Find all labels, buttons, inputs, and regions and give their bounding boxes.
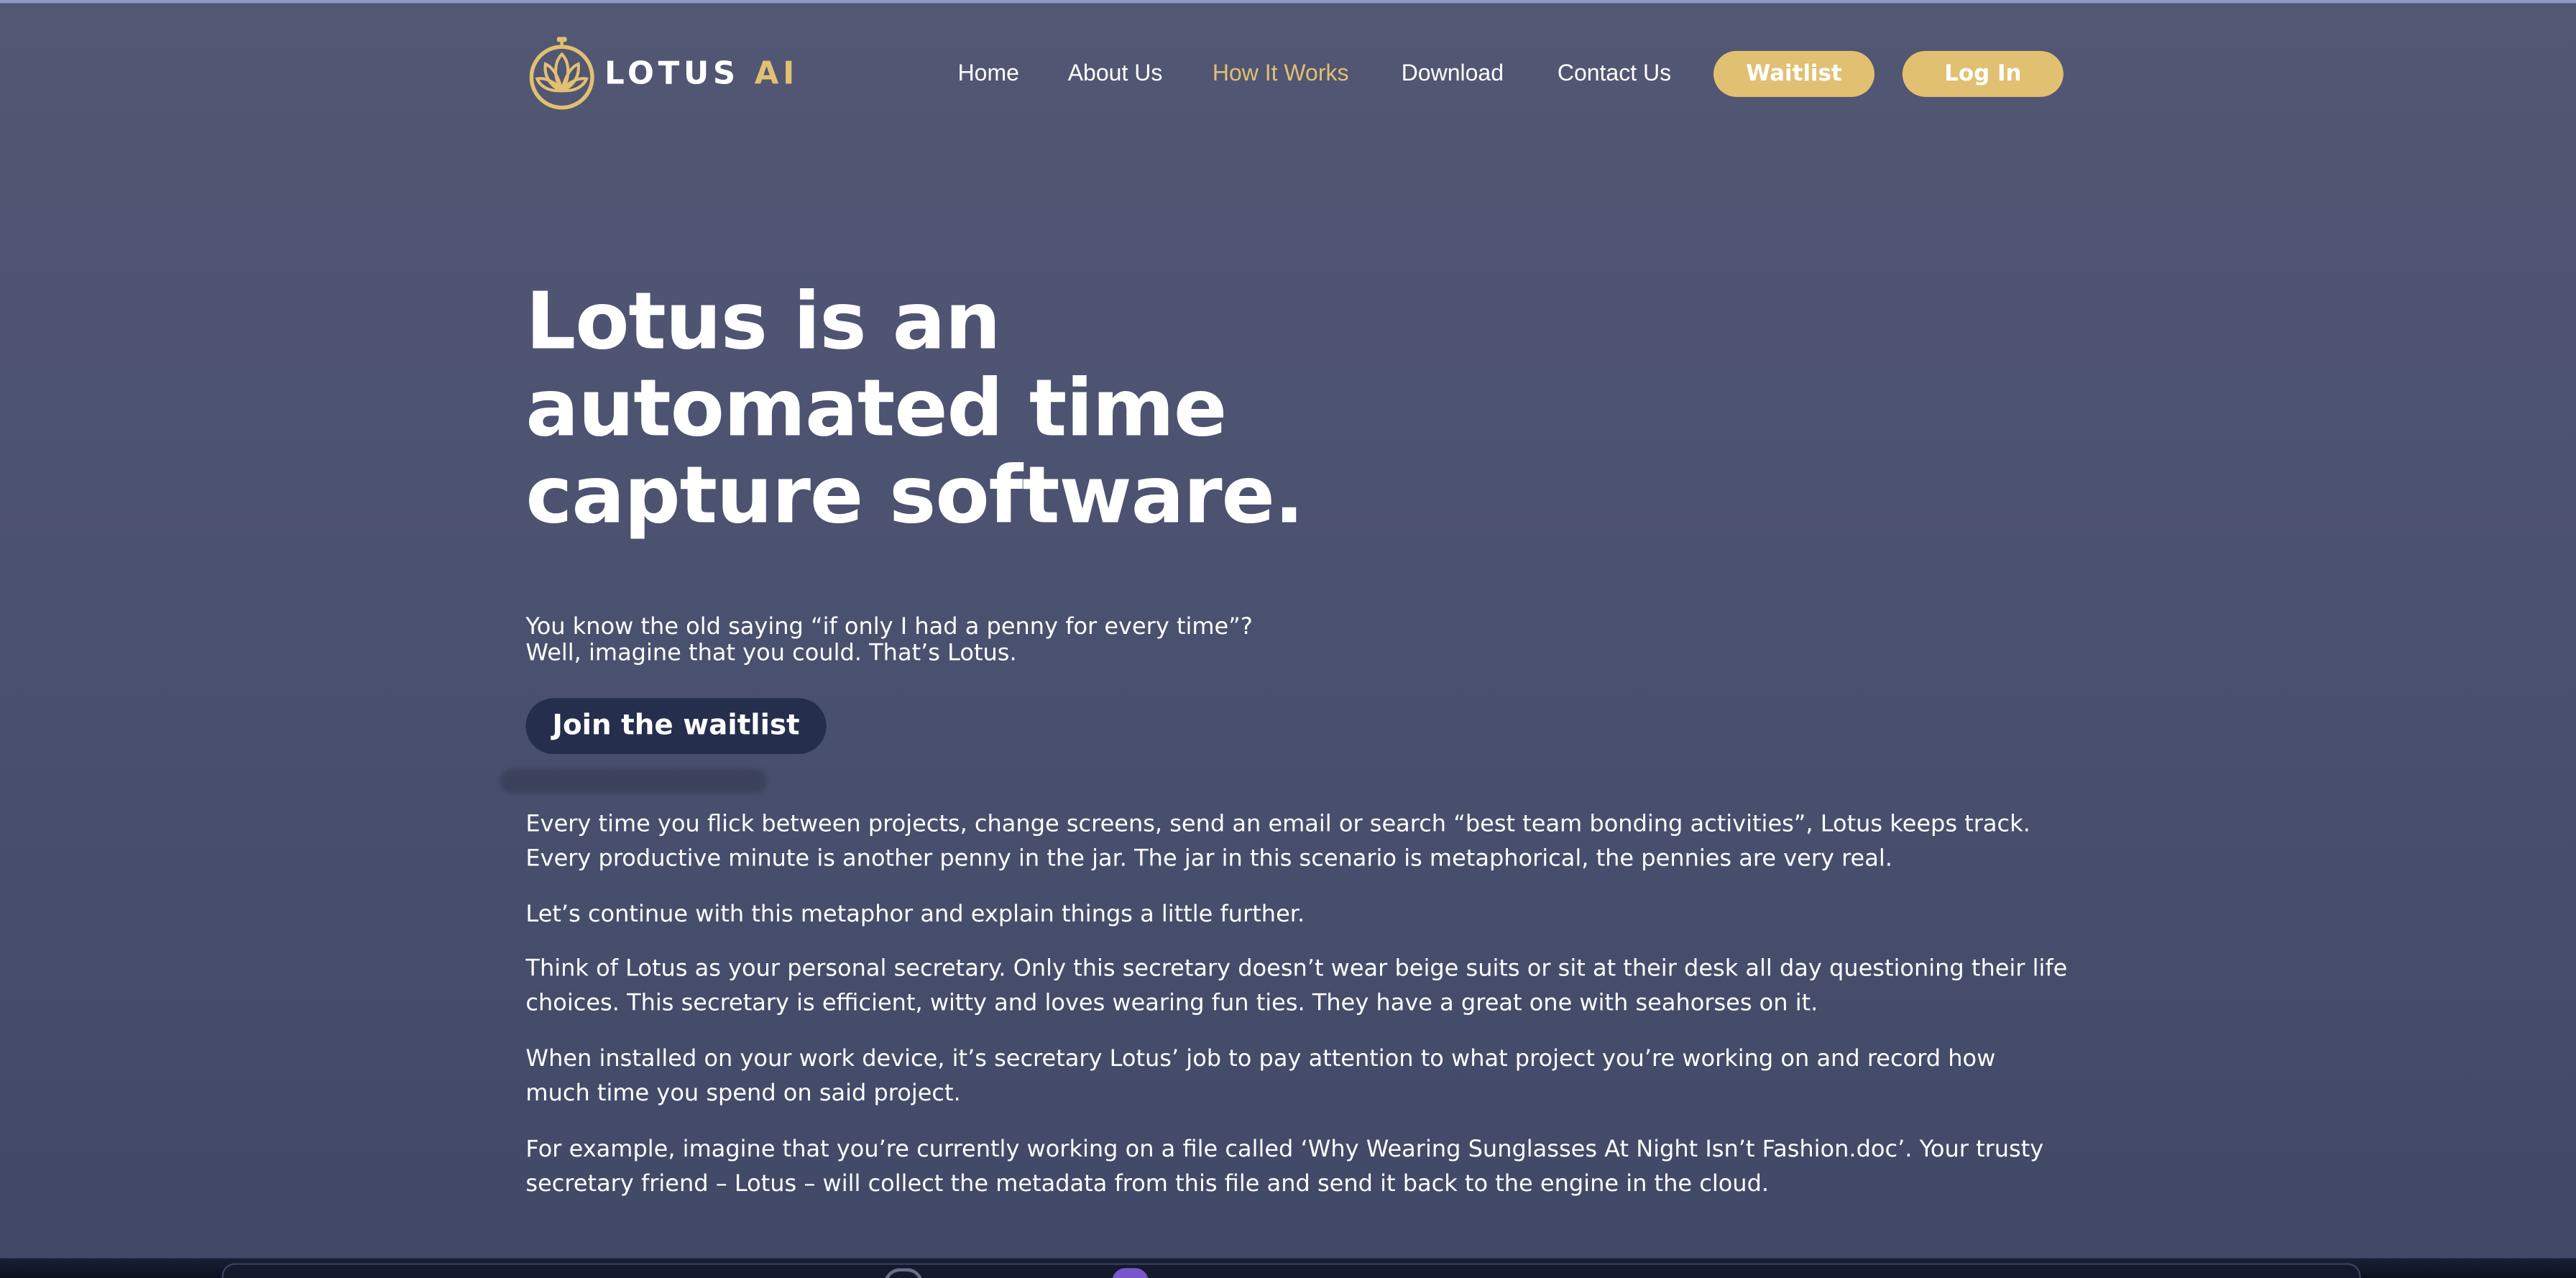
body-line: Every productive minute is another penny… <box>525 845 1892 873</box>
nav-link-contact-us[interactable]: Contact Us <box>1558 59 1671 86</box>
nav-link-download[interactable]: Download <box>1402 59 1504 86</box>
body-paragraph: Let’s continue with this metaphor and ex… <box>525 898 2102 933</box>
body-paragraph: Think of Lotus as your personal secretar… <box>525 952 2102 1021</box>
hero-title-line: Lotus is an <box>525 275 1000 368</box>
body-line: choices. This secretary is efficient, wi… <box>525 990 1818 1017</box>
waitlist-button[interactable]: Waitlist <box>1713 50 1874 97</box>
body-line: When installed on your work device, it’s… <box>525 1046 1996 1073</box>
join-waitlist-button[interactable]: Join the waitlist <box>525 698 827 754</box>
nav-link-home[interactable]: Home <box>958 59 1019 86</box>
lotus-flower-logo-icon <box>529 37 594 110</box>
decorative-shadow-bar <box>499 768 768 794</box>
landing-page: LOTUS AI Home About Us How It Works Down… <box>0 3 2576 1259</box>
body-line: much time you spend on said project. <box>525 1080 961 1108</box>
login-button[interactable]: Log In <box>1902 50 2064 97</box>
body-line: For example, imagine that you’re current… <box>525 1136 2044 1163</box>
body-line: Let’s continue with this metaphor and ex… <box>525 901 1305 929</box>
body-line: Think of Lotus as your personal secretar… <box>525 956 2068 983</box>
brand-name: LOTUS AI <box>604 56 799 92</box>
brand-suffix: AI <box>754 55 799 92</box>
body-paragraph: For example, imagine that you’re current… <box>525 1134 2102 1203</box>
body-paragraph: When installed on your work device, it’s… <box>525 1043 2102 1112</box>
browser-viewport: LOTUS AI Home About Us How It Works Down… <box>0 0 2576 1278</box>
hero-intro: You know the old saying “if only I had a… <box>525 615 1252 667</box>
site-logo[interactable]: LOTUS AI <box>528 35 799 114</box>
hero-title-line: capture software. <box>525 450 1304 543</box>
nav-link-about-us[interactable]: About Us <box>1068 59 1163 86</box>
hero-title: Lotus is an automated time capture softw… <box>525 275 1445 543</box>
body-line: secretary friend – Lotus – will collect … <box>525 1171 1770 1197</box>
body-line: Every time you flick between projects, c… <box>525 811 2030 838</box>
hero-intro-line: Well, imagine that you could. That’s Lot… <box>525 640 1017 667</box>
hero-intro-line: You know the old saying “if only I had a… <box>525 614 1253 641</box>
body-paragraph: Every time you flick between projects, c… <box>525 808 2102 877</box>
brand-name-text: LOTUS <box>604 55 740 92</box>
dock-bar <box>221 1263 2361 1278</box>
desktop-dock-strip <box>0 1258 2576 1278</box>
nav-link-how-it-works[interactable]: How It Works <box>1213 59 1349 86</box>
hero-title-line: automated time <box>525 363 1227 456</box>
